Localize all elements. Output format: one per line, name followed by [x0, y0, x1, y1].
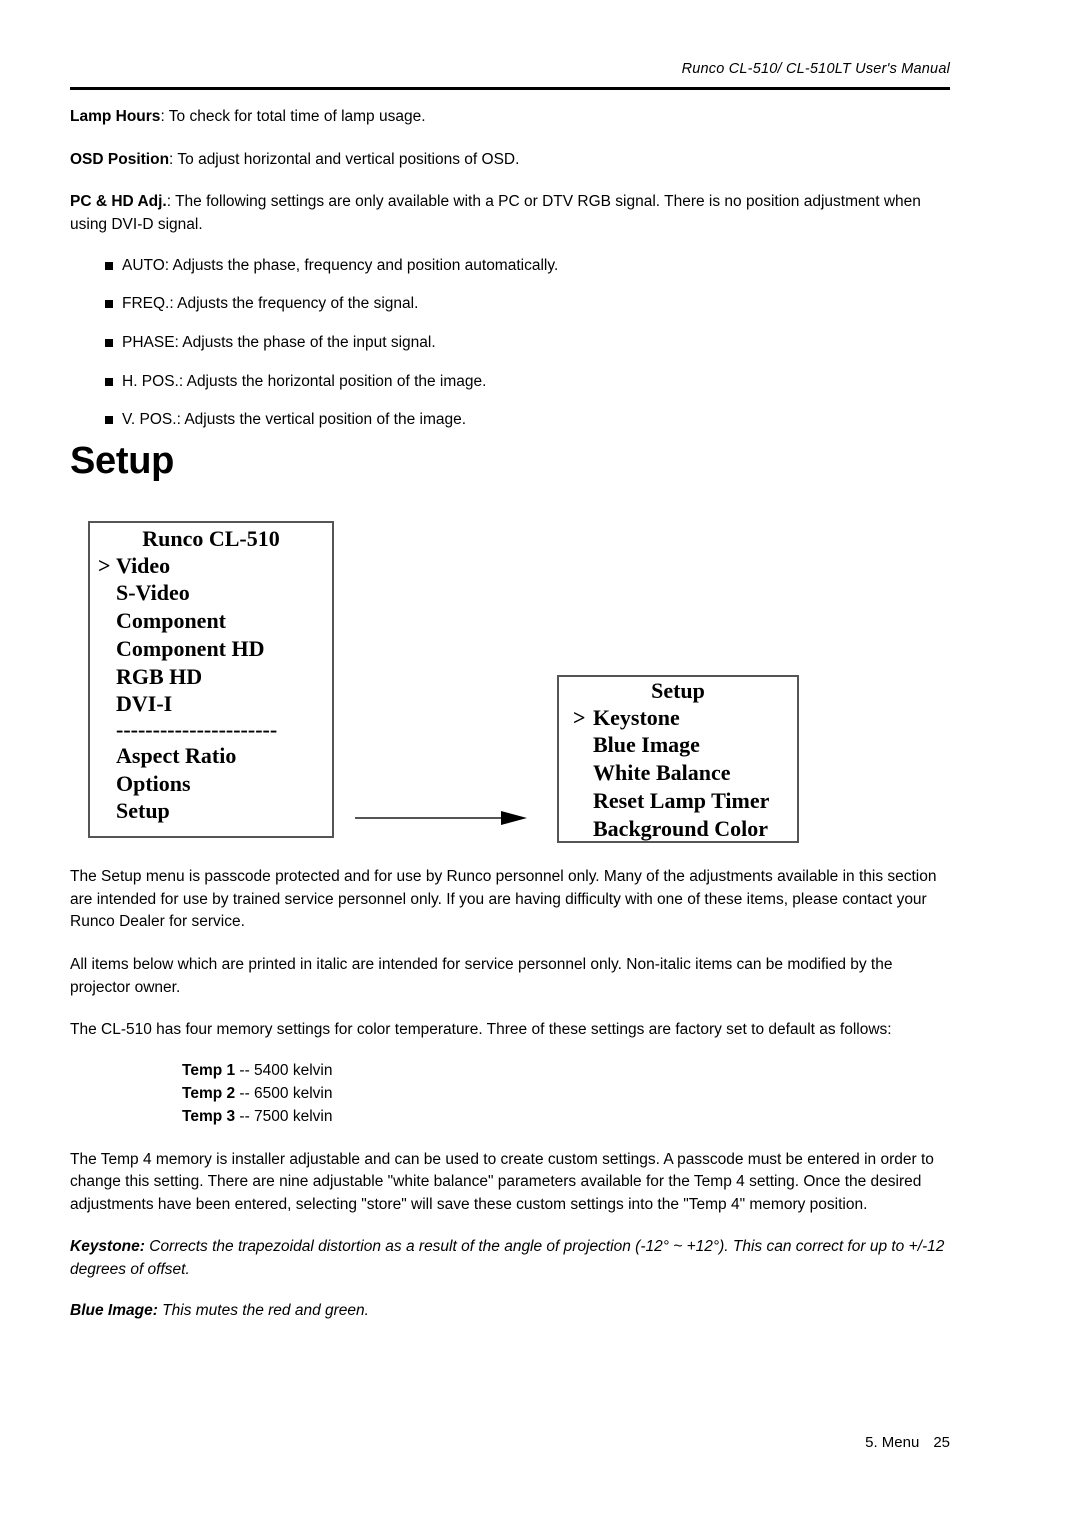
definition-osd-position: OSD Position: To adjust horizontal and v… — [70, 149, 954, 172]
osd-item-component-hd: Component HD — [116, 635, 265, 661]
page-footer: 5. Menu 25 — [0, 1434, 950, 1451]
list-item: V. POS.: Adjusts the vertical position o… — [70, 409, 954, 431]
temp-value: -- 6500 kelvin — [235, 1084, 333, 1102]
list-item: H. POS.: Adjusts the horizontal position… — [70, 371, 954, 393]
definition-text: To adjust horizontal and vertical positi… — [177, 150, 520, 168]
osd-main-menu-box: Runco CL-510 Video S-Video Component Com… — [88, 521, 334, 838]
osd-item-white-balance: White Balance — [593, 760, 731, 786]
service-item-blue-image: Blue Image: This mutes the red and green… — [70, 1300, 954, 1323]
definition-lamp-hours: Lamp Hours: To check for total time of l… — [70, 106, 954, 129]
flow-arrow-icon — [355, 811, 527, 825]
definition-term: PC & HD Adj. — [70, 193, 167, 211]
paragraph-italic-notice: All items below which are printed in ita… — [70, 955, 893, 996]
osd-item-video: Video — [90, 552, 332, 580]
osd-menu-items: Video S-Video Component Component HD RGB… — [90, 552, 332, 825]
list-item: AUTO: Adjusts the phase, frequency and p… — [70, 255, 954, 277]
temp-label: Temp 1 — [182, 1061, 236, 1079]
definition-text: To check for total time of lamp usage. — [168, 108, 426, 125]
osd-item-rgb-hd: RGB HD — [116, 663, 203, 689]
osd-menu-divider: ---------------------- — [116, 717, 278, 742]
list-item: Temp 2 -- 6500 kelvin — [182, 1083, 954, 1106]
service-item-term: Keystone: — [70, 1238, 145, 1256]
service-item-keystone: Keystone: Corrects the trapezoidal disto… — [70, 1236, 954, 1281]
manual-page: Runco CL-510/ CL-510LT User's Manual Lam… — [0, 0, 1080, 1528]
osd-item-setup: Setup — [116, 798, 170, 824]
definition-separator: : — [166, 193, 176, 211]
list-item: PHASE: Adjusts the phase of the input si… — [70, 332, 954, 354]
list-item: Temp 3 -- 7500 kelvin — [182, 1106, 954, 1129]
osd-item-reset-lamp-timer: Reset Lamp Timer — [593, 787, 770, 813]
service-item-text: Corrects the trapezoidal distortion as a… — [70, 1238, 945, 1279]
osd-setup-menu-items: Keystone Blue Image White Balance Reset … — [559, 704, 797, 843]
osd-setup-menu-title: Setup — [651, 678, 705, 703]
definition-pc-hd-adj: PC & HD Adj.: The following settings are… — [70, 191, 954, 236]
footer-chapter: 5. Menu — [865, 1434, 920, 1451]
service-item-term: Blue Image: — [70, 1301, 158, 1319]
osd-setup-menu-box: Setup Keystone Blue Image White Balance … — [557, 675, 799, 843]
osd-item-options: Options — [116, 770, 191, 796]
osd-item-s-video: S-Video — [116, 580, 190, 606]
footer-page-number: 25 — [933, 1434, 950, 1451]
osd-item-keystone: Keystone — [559, 704, 797, 732]
temp-label: Temp 3 — [182, 1107, 236, 1125]
definition-term: OSD Position — [70, 150, 170, 168]
pc-hd-adj-bullet-list: AUTO: Adjusts the phase, frequency and p… — [70, 255, 954, 431]
paragraph-setup-protected: The Setup menu is passcode protected and… — [70, 868, 937, 931]
page-content: Lamp Hours: To check for total time of l… — [70, 106, 954, 448]
page-content-lower: The Setup menu is passcode protected and… — [70, 866, 954, 1340]
osd-menu-title: Runco CL-510 — [142, 526, 280, 551]
bullet-text: FREQ.: Adjusts the frequency of the sign… — [122, 295, 419, 313]
bullet-text: AUTO: Adjusts the phase, frequency and p… — [122, 256, 559, 274]
osd-item-blue-image: Blue Image — [593, 732, 700, 758]
osd-item-dvi-i: DVI-I — [116, 691, 173, 717]
temp-value: -- 5400 kelvin — [235, 1061, 333, 1079]
osd-item-component: Component — [116, 608, 227, 634]
list-item: Temp 1 -- 5400 kelvin — [182, 1060, 954, 1083]
bullet-text: PHASE: Adjusts the phase of the input si… — [122, 333, 436, 351]
service-item-text: This mutes the red and green. — [157, 1301, 369, 1319]
running-header-title: Runco CL-510/ CL-510LT User's Manual — [681, 61, 950, 77]
bullet-text: H. POS.: Adjusts the horizontal position… — [122, 372, 487, 390]
list-item: FREQ.: Adjusts the frequency of the sign… — [70, 293, 954, 315]
temp-label: Temp 2 — [182, 1084, 236, 1102]
paragraph-temp4-note: The Temp 4 memory is installer adjustabl… — [70, 1150, 934, 1213]
paragraph-memory-intro: The CL-510 has four memory settings for … — [70, 1021, 892, 1039]
header-rule — [70, 87, 950, 90]
osd-item-aspect-ratio: Aspect Ratio — [116, 742, 237, 768]
bullet-text: V. POS.: Adjusts the vertical position o… — [122, 411, 467, 429]
osd-item-background-color: Background Color — [593, 815, 769, 841]
definition-separator: : — [160, 108, 169, 125]
temp-value: -- 7500 kelvin — [235, 1107, 333, 1125]
definition-term: Lamp Hours — [70, 108, 161, 125]
definition-text: The following settings are only availabl… — [70, 193, 921, 233]
temperature-preset-list: Temp 1 -- 5400 kelvin Temp 2 -- 6500 kel… — [70, 1060, 954, 1129]
page-title: Setup — [70, 440, 175, 482]
